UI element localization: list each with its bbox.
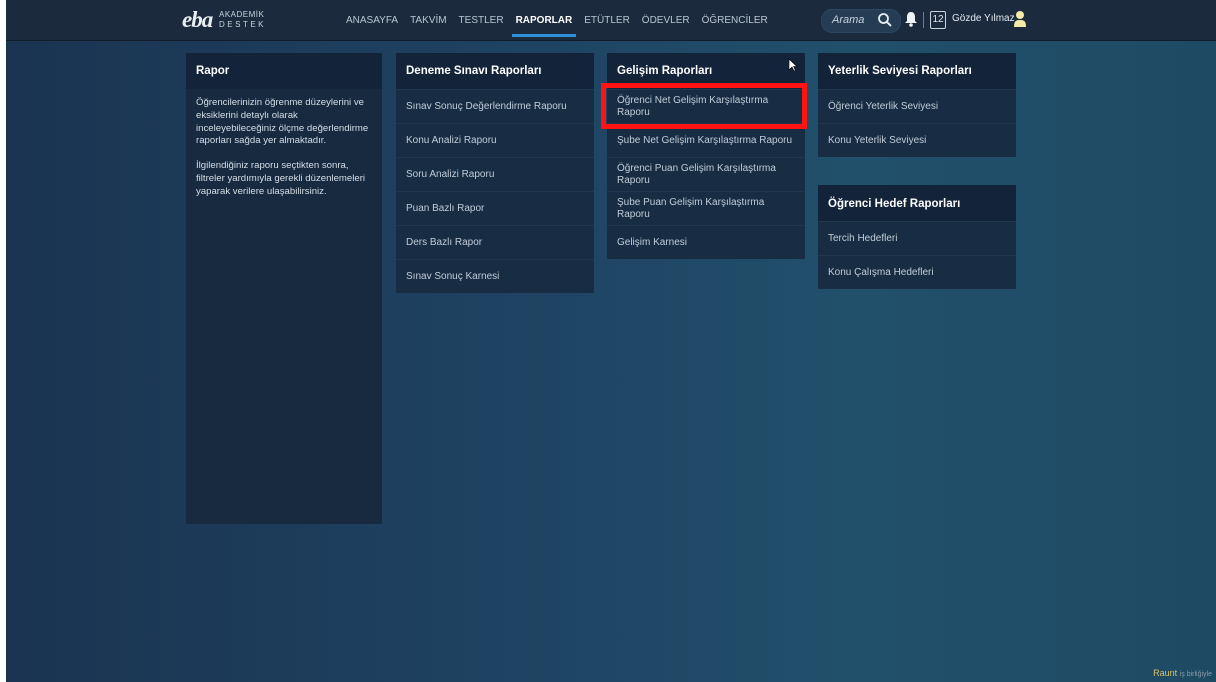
report-link-konu-calisma-hedefleri[interactable]: Konu Çalışma Hedefleri: [818, 255, 1016, 289]
rapor-paragraph-1: Öğrencilerinizin öğrenme düzeylerini ve …: [196, 97, 369, 147]
report-link-tercih-hedefleri[interactable]: Tercih Hedefleri: [818, 221, 1016, 255]
watermark-sub: iş birliğiyle: [1179, 671, 1212, 678]
report-link-konu-yeterlik[interactable]: Konu Yeterlik Seviyesi: [818, 123, 1016, 157]
nav-etutler[interactable]: ETÜTLER: [578, 0, 636, 40]
watermark: Raunt iş birliğiyle: [1153, 668, 1212, 678]
yeterlik-raporlari-panel: Yeterlik Seviyesi Raporları Öğrenci Yete…: [818, 53, 1016, 157]
report-link-ogrenci-net-gelisim[interactable]: Öğrenci Net Gelişim Karşılaştırma Raporu: [607, 89, 805, 123]
report-link-sube-net-gelisim[interactable]: Şube Net Gelişim Karşılaştırma Raporu: [607, 123, 805, 157]
search-placeholder: Arama: [832, 14, 865, 26]
report-link-ogrenci-puan-gelisim[interactable]: Öğrenci Puan Gelişim Karşılaştırma Rapor…: [607, 157, 805, 191]
username[interactable]: Gözde Yılmaz: [952, 13, 1015, 24]
nav-takvim[interactable]: TAKVİM: [404, 0, 452, 40]
user-avatar-icon[interactable]: [1013, 10, 1027, 33]
search-icon[interactable]: [877, 12, 893, 33]
deneme-raporlari-panel: Deneme Sınavı Raporları Sınav Sonuç Değe…: [396, 53, 594, 293]
report-link-sinav-sonuc-karnesi[interactable]: Sınav Sonuç Karnesi: [396, 259, 594, 293]
calendar-icon[interactable]: 12: [930, 11, 946, 29]
report-link-sube-puan-gelisim[interactable]: Şube Puan Gelişim Karşılaştırma Raporu: [607, 191, 805, 225]
rapor-panel: Rapor Öğrencilerinizin öğrenme düzeyleri…: [186, 53, 382, 524]
rapor-paragraph-2: İlgilendiğiniz raporu seçtikten sonra, f…: [196, 160, 366, 197]
report-link-sinav-sonuc-degerlendirme[interactable]: Sınav Sonuç Değerlendirme Raporu: [396, 89, 594, 123]
nav-odevler[interactable]: ÖDEVLER: [636, 0, 696, 40]
notification-bell-icon[interactable]: [904, 11, 918, 32]
nav-raporlar[interactable]: RAPORLAR: [510, 0, 579, 40]
nav-testler[interactable]: TESTLER: [453, 0, 510, 40]
nav-anasayfa[interactable]: ANASAYFA: [340, 0, 404, 40]
nav-ogrenciler[interactable]: ÖĞRENCİLER: [696, 0, 774, 40]
search-box[interactable]: Arama: [821, 9, 901, 33]
report-link-gelisim-karnesi[interactable]: Gelişim Karnesi: [607, 225, 805, 259]
app-frame: eba AKADEMİK DESTEK ANASAYFA TAKVİM TEST…: [6, 0, 1216, 682]
header-separator: [923, 12, 924, 28]
gelisim-title: Gelişim Raporları: [607, 53, 805, 89]
logo-text: eba: [182, 7, 213, 32]
report-link-puan-bazli[interactable]: Puan Bazlı Rapor: [396, 191, 594, 225]
mouse-cursor-icon: [788, 58, 798, 77]
deneme-title: Deneme Sınavı Raporları: [396, 53, 594, 89]
report-link-konu-analizi[interactable]: Konu Analizi Raporu: [396, 123, 594, 157]
logo-subtitle-1: AKADEMİK: [219, 10, 265, 19]
rapor-title: Rapor: [186, 53, 382, 89]
report-link-soru-analizi[interactable]: Soru Analizi Raporu: [396, 157, 594, 191]
rapor-description: Öğrencilerinizin öğrenme düzeylerini ve …: [186, 89, 382, 219]
logo-subtitle-2: DESTEK: [219, 20, 267, 29]
report-link-ogrenci-yeterlik[interactable]: Öğrenci Yeterlik Seviyesi: [818, 89, 1016, 123]
hedef-raporlari-panel: Öğrenci Hedef Raporları Tercih Hedefleri…: [818, 185, 1016, 289]
hedef-title: Öğrenci Hedef Raporları: [818, 185, 1016, 221]
top-navbar: eba AKADEMİK DESTEK ANASAYFA TAKVİM TEST…: [6, 0, 1216, 41]
yeterlik-title: Yeterlik Seviyesi Raporları: [818, 53, 1016, 89]
gelisim-raporlari-panel: Gelişim Raporları Öğrenci Net Gelişim Ka…: [607, 53, 805, 259]
main-nav: ANASAYFA TAKVİM TESTLER RAPORLAR ETÜTLER…: [340, 0, 774, 40]
watermark-brand: Raunt: [1153, 668, 1178, 678]
report-link-ders-bazli[interactable]: Ders Bazlı Rapor: [396, 225, 594, 259]
